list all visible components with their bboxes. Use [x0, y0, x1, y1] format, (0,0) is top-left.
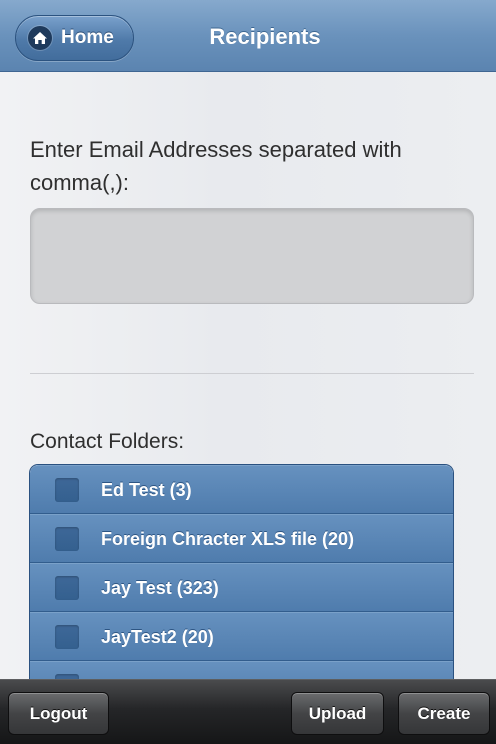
home-icon	[28, 26, 52, 50]
header-bar: Home Recipients	[0, 0, 496, 72]
logout-button[interactable]: Logout	[8, 692, 109, 735]
folder-checkbox[interactable]	[55, 478, 79, 502]
folder-checkbox[interactable]	[55, 625, 79, 649]
home-button-label: Home	[61, 27, 114, 48]
email-addresses-input[interactable]	[30, 208, 474, 304]
folder-item[interactable]: Ed Test (3)	[30, 465, 453, 514]
upload-button[interactable]: Upload	[291, 692, 384, 735]
folder-item[interactable]: JayTest2 (20)	[30, 612, 453, 661]
bottom-toolbar: Logout Upload Create	[0, 679, 496, 744]
home-button[interactable]: Home	[15, 15, 134, 61]
divider	[30, 373, 474, 374]
folder-item-label: Jay Test (323)	[101, 578, 219, 598]
create-button[interactable]: Create	[398, 692, 490, 735]
folder-item[interactable]: Jay Test (323)	[30, 563, 453, 612]
folder-item-label: JayTest2 (20)	[101, 627, 214, 647]
folder-item-label: Foreign Chracter XLS file (20)	[101, 529, 355, 549]
folder-checkbox[interactable]	[55, 527, 79, 551]
page-title: Recipients	[209, 24, 321, 49]
folder-item[interactable]: Foreign Chracter XLS file (20)	[30, 514, 453, 563]
contact-folder-list: Ed Test (3) Foreign Chracter XLS file (2…	[29, 464, 454, 704]
contact-folders-label: Contact Folders:	[30, 430, 185, 453]
email-instruction-label: Enter Email Addresses separated with com…	[30, 137, 402, 195]
folder-item-label: Ed Test (3)	[101, 480, 192, 500]
folder-checkbox[interactable]	[55, 576, 79, 600]
